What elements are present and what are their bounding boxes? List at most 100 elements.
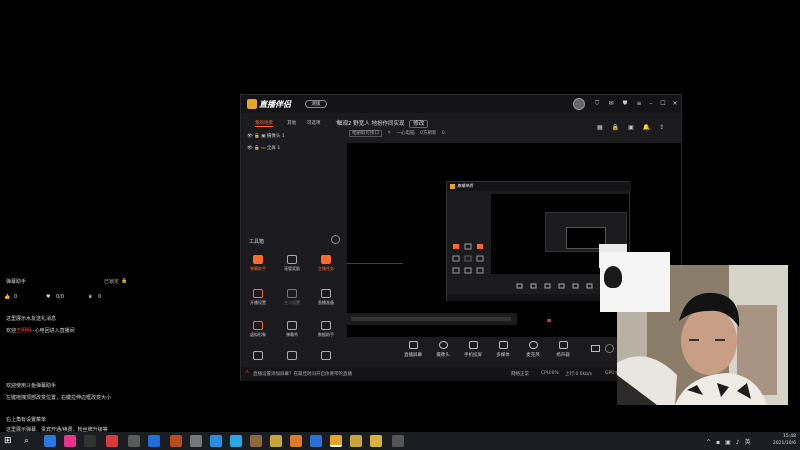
tool-data[interactable]: 数据助手 [313,321,339,343]
tray-up-icon[interactable]: ^ [706,439,716,446]
webcam-echo-tile [600,252,670,312]
welcome-suffix: --心电回进入直播间 [31,328,75,334]
btn-microphone[interactable]: 麦克风 [521,341,545,358]
maximize-button[interactable]: ☐ [659,100,667,108]
lock-open-icon[interactable]: 🔓 [254,146,260,151]
pencil-icon[interactable]: ✎ [387,131,391,136]
screen-icon[interactable]: ▣ [628,124,643,131]
clock-time: 15:48 [783,434,796,439]
version-button[interactable]: 测版 [305,100,327,108]
tray-input-icon[interactable]: 英 [745,439,756,446]
lock-icon[interactable]: 🔒 [612,124,628,131]
stat-likes: 0 [14,294,18,300]
stat-hearts: 0/0 [56,294,65,300]
minimize-button[interactable]: – [647,100,655,108]
tab-other[interactable]: 其他 [287,120,296,126]
bell-icon[interactable]: 🔔 [643,124,659,131]
app-icon-14[interactable] [310,435,322,447]
app-icon-16[interactable] [350,435,362,447]
toolbox-more-icon[interactable] [331,235,340,244]
close-button[interactable]: ✕ [671,100,679,108]
net-status: 网络正常 [511,372,529,377]
app-icon-5[interactable] [128,435,140,447]
btn-screen[interactable]: 直播屏幕 [401,341,425,358]
tool-danmu-show[interactable]: 弹幕秀 [279,321,305,343]
eye-icon[interactable]: 👁 [247,134,253,139]
layout-icon[interactable]: ▦ [597,124,612,131]
scene-label-fullscreen: 全屏 1 [266,146,281,151]
app-icon-4[interactable] [106,435,118,447]
menu-icon[interactable]: ≡ [635,100,643,108]
tab-optional[interactable]: 可选项 [307,120,321,126]
tray-network-icon[interactable]: ▣ [725,439,736,446]
app-icon-3[interactable] [84,435,96,447]
app-icon-12[interactable] [270,435,282,447]
search-icon[interactable]: ⌕ [24,435,36,447]
tool-live-settings[interactable]: 开播设置 [245,289,271,311]
app-icon-7[interactable] [170,435,182,447]
edit-title-button[interactable]: 修改 [409,120,429,128]
btn-phone-cast[interactable]: 手机投屏 [461,341,485,358]
eye-icon[interactable]: 👁 [247,146,253,151]
taskbar: ⊞ ⌕ ^▪▣♪英 15:48 2021/10/6 [0,432,800,450]
tab-my-scenes[interactable]: 我的场景 [255,120,273,127]
title-bar: 直播伴侣 测版 ⛉ ✉ ⛊ ≡ – ☐ ✕ [241,95,681,113]
app-icon-2[interactable] [64,435,76,447]
windows-start-icon[interactable]: ⊞ [4,435,16,447]
tool-host-settings[interactable]: 主人设置 [279,289,305,311]
category-select[interactable]: 相册取可接口 [349,130,382,137]
scene-item-fullscreen[interactable]: 👁 🔓 ▭ 全屏 1 [247,145,280,151]
tool-rewards[interactable]: 宠管奖励 [279,255,305,277]
toolbox-title: 工具箱 [249,239,265,245]
tool-label: 数据助手 [318,332,334,337]
stream-subinfo: 相册取可接口 ✎ 一心电脑 0方刷新 0 [349,130,445,137]
tool-prepare[interactable]: 直播准备 [313,289,339,311]
danmu-overlay: 弹幕助手 已锁定 🔒 👍 0 ♥ 0/0 ♛ 0 这里展示水友送礼消息 欢迎王明… [0,272,136,433]
scene-item-camera[interactable]: 👁 🔓 ▣ 摄像头 1 [247,133,285,139]
app-icon-17[interactable] [370,435,382,447]
warning-icon: ⚠ [245,370,250,375]
nested-title-bar: 直播伴侣 [447,182,631,191]
system-tray: ^▪▣♪英 [706,437,756,446]
tool-label: 宠管奖励 [284,266,300,271]
tool-label: 虚拟形象 [250,332,266,337]
heart-icon: ♥ [46,294,51,300]
btn-media[interactable]: 多媒体 [491,341,515,358]
app-icon-10[interactable] [230,435,242,447]
clock[interactable]: 15:48 2021/10/6 [773,433,796,447]
upload-status: 上行:0.0kb/s [565,372,592,377]
lock-icon[interactable]: 🔒 [121,278,127,284]
mail-icon[interactable]: ✉ [607,100,615,108]
share-icon[interactable]: ⇪ [659,124,673,131]
record-icon[interactable] [591,345,600,352]
app-icon-8[interactable] [190,435,202,447]
subinfo-host: 一心电脑 [396,131,415,136]
app-icon-streaming[interactable] [330,435,342,447]
help-line-3: 右上角有设置菜单 [6,417,47,423]
tray-app-icon[interactable]: ▪ [716,439,725,446]
status-message[interactable]: 直播设置添加屏幕？在最佳时间开启你要带的直播 [253,371,352,377]
bb-label: 扬声器 [556,353,570,358]
user-avatar[interactable] [573,98,585,110]
tool-tasks[interactable]: 主播任务 [313,255,339,277]
btn-speaker[interactable]: 扬声器 [551,341,575,358]
tray-volume-icon[interactable]: ♪ [736,439,745,446]
app-icon-9[interactable] [210,435,222,447]
app-icon-11[interactable] [250,435,262,447]
nested-tool-icons [452,243,484,274]
settings-icon[interactable] [605,344,614,353]
welcome-line: 欢迎王明明--心电回进入直播间 [6,327,75,334]
app-icon-1[interactable] [44,435,56,447]
tool-danmu-helper[interactable]: 弹幕助手 [245,255,271,277]
app-icon-13[interactable] [290,435,302,447]
shirt-icon[interactable]: ⛊ [621,100,629,108]
app-icon-18[interactable] [392,435,404,447]
shield-icon[interactable]: ⛉ [593,100,601,108]
welcome-prefix: 欢迎 [6,328,17,334]
lock-open-icon[interactable]: 🔓 [254,134,260,139]
tool-avatar[interactable]: 虚拟形象 [245,321,271,343]
btn-camera[interactable]: 摄像头 [431,341,455,358]
help-line-1: 欢迎使用斗鱼弹幕助手 [6,383,57,389]
like-icon: 👍 [4,294,11,300]
app-icon-6[interactable] [148,435,160,447]
